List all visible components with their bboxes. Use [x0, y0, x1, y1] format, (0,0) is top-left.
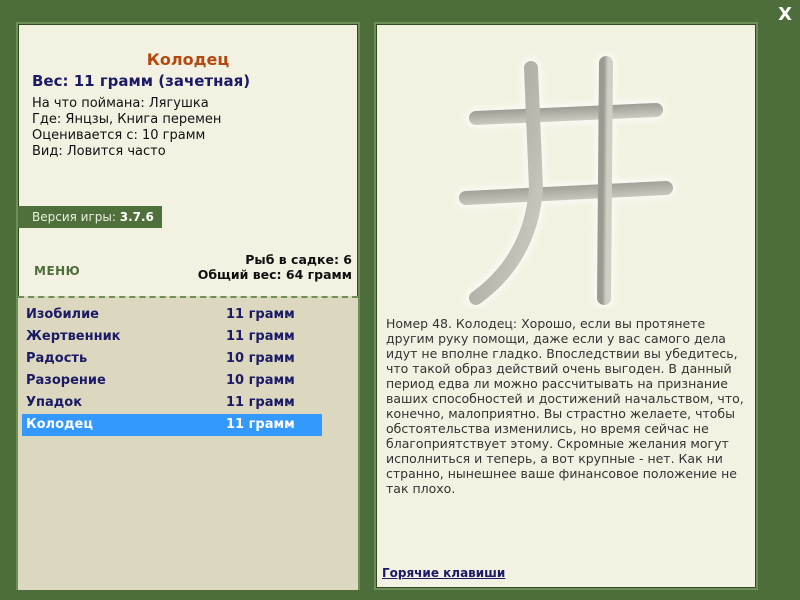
- version-bar: Версия игры: 3.7.6: [18, 206, 162, 228]
- fish-list-item-name: Упадок: [26, 395, 83, 410]
- fish-list-item[interactable]: Радость 10 грамм: [22, 348, 322, 370]
- total-weight: Общий вес: 64 грамм: [197, 267, 352, 282]
- fish-title: Колодец: [146, 50, 230, 69]
- version-value: 3.7.6: [119, 210, 154, 224]
- fish-list: Изобилие 11 грамм Жертвенник 11 грамм Ра…: [18, 296, 358, 590]
- fish-list-item-name: Жертвенник: [26, 329, 121, 344]
- fish-list-item-weight: 10 грамм: [226, 351, 295, 366]
- detail-frequency: Вид: Ловится часто: [32, 144, 166, 159]
- hotkeys-link[interactable]: Горячие клавиши: [382, 566, 505, 580]
- fish-list-item-name: Радость: [26, 351, 88, 366]
- fish-list-item-name: Разорение: [26, 373, 106, 388]
- close-icon[interactable]: X: [778, 4, 792, 25]
- fish-info-panel: Колодец Вес: 11 грамм (зачетная) На что …: [16, 22, 360, 590]
- menu-button[interactable]: МЕНЮ: [34, 264, 80, 278]
- detail-caught-with: На что поймана: Лягушка: [32, 96, 209, 111]
- detail-location: Где: Янцзы, Книга перемен: [32, 112, 222, 127]
- well-kanji-icon: [455, 52, 677, 308]
- fish-count: Рыб в садке: 6: [245, 252, 352, 267]
- fish-list-item-weight: 11 грамм: [226, 329, 295, 344]
- fish-weight: Вес: 11 грамм (зачетная): [32, 72, 251, 90]
- catch-stats: Рыб в садке: 6 Общий вес: 64 грамм: [198, 252, 352, 282]
- hexagram-description: Номер 48. Колодец: Хорошо, если вы протя…: [386, 316, 744, 496]
- fish-list-item[interactable]: Изобилие 11 грамм: [22, 304, 322, 326]
- fish-list-item[interactable]: Упадок 11 грамм: [22, 392, 322, 414]
- fish-list-item-name: Колодец: [26, 417, 93, 432]
- fish-list-item-weight: 11 грамм: [226, 307, 295, 322]
- detail-min-weight: Оценивается с: 10 грамм: [32, 128, 206, 143]
- fish-list-item-weight: 11 грамм: [226, 417, 295, 432]
- fish-list-item[interactable]: Разорение 10 грамм: [22, 370, 322, 392]
- description-panel: Номер 48. Колодец: Хорошо, если вы протя…: [374, 22, 758, 590]
- fish-list-item-selected[interactable]: Колодец 11 грамм: [22, 414, 322, 436]
- fish-list-item-weight: 10 грамм: [226, 373, 295, 388]
- version-label: Версия игры:: [32, 210, 116, 224]
- fish-list-item-name: Изобилие: [26, 307, 99, 322]
- fish-list-item-weight: 11 грамм: [226, 395, 295, 410]
- fish-list-item[interactable]: Жертвенник 11 грамм: [22, 326, 322, 348]
